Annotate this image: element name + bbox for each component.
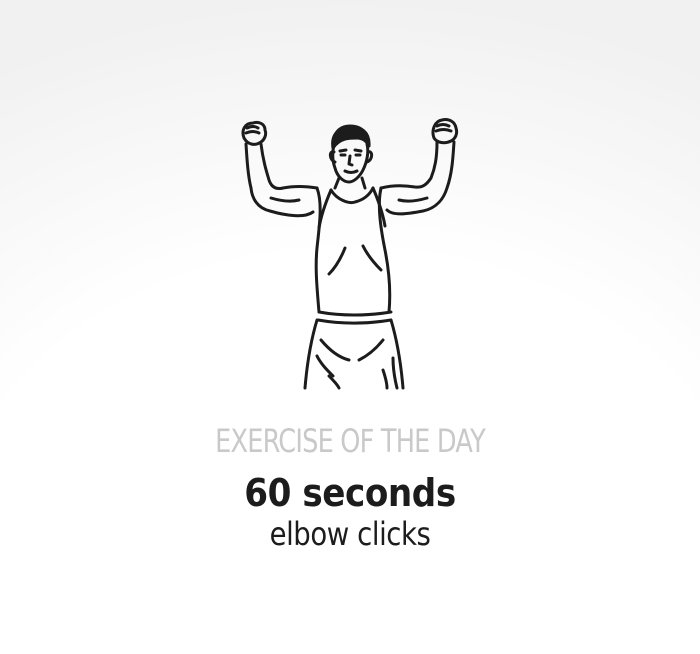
exercise-name: elbow clicks <box>269 515 431 553</box>
man-flexing-arms-icon <box>241 118 459 390</box>
exercise-illustration <box>225 108 475 390</box>
duration-text: 60 seconds <box>244 471 456 515</box>
kicker-label: EXERCISE OF THE DAY <box>215 422 486 460</box>
